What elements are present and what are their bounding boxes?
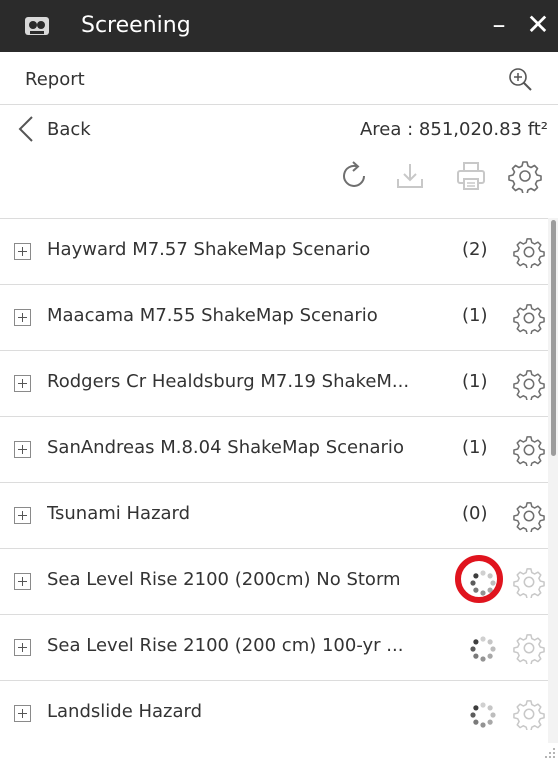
- area-readout: Area : 851,020.83 ft²: [359, 119, 548, 140]
- print-icon[interactable]: [454, 159, 488, 193]
- gear-icon[interactable]: [513, 434, 545, 466]
- app-logo-icon: [25, 17, 49, 35]
- loading-spinner-icon: [470, 636, 496, 662]
- hazard-count: (2): [462, 239, 488, 260]
- hazard-name: Tsunami Hazard: [47, 503, 191, 524]
- hazard-name: Landslide Hazard: [47, 701, 203, 722]
- title-bar: Screening – ✕: [0, 0, 558, 52]
- hazard-row[interactable]: Landslide Hazard: [0, 681, 548, 744]
- hazard-name: Sea Level Rise 2100 (200 cm) 100-yr ...: [47, 635, 404, 656]
- expand-icon[interactable]: [14, 309, 31, 326]
- hazard-row[interactable]: Sea Level Rise 2100 (200cm) No Storm: [0, 549, 548, 615]
- hazard-row[interactable]: Hayward M7.57 ShakeMap Scenario (2): [0, 219, 548, 285]
- expand-icon[interactable]: [14, 507, 31, 524]
- minimize-button[interactable]: –: [486, 8, 512, 42]
- hazard-name: Maacama M7.55 ShakeMap Scenario: [47, 305, 378, 326]
- hazard-count: (1): [462, 437, 488, 458]
- loading-spinner-icon: [470, 702, 496, 728]
- window-title: Screening: [81, 13, 191, 38]
- hazard-row[interactable]: Maacama M7.55 ShakeMap Scenario (1): [0, 285, 548, 351]
- navigation-row: Back Area : 851,020.83 ft²: [0, 105, 558, 153]
- hazard-name: SanAndreas M.8.04 ShakeMap Scenario: [47, 437, 404, 458]
- zoom-in-icon[interactable]: [507, 66, 533, 92]
- gear-icon[interactable]: [513, 698, 545, 730]
- close-button[interactable]: ✕: [524, 8, 552, 42]
- hazard-name: Rodgers Cr Healdsburg M7.19 ShakeM...: [47, 371, 410, 392]
- expand-icon[interactable]: [14, 441, 31, 458]
- download-icon[interactable]: [393, 159, 427, 193]
- hazard-count: (1): [462, 305, 488, 326]
- gear-icon[interactable]: [513, 500, 545, 532]
- hazard-name: Sea Level Rise 2100 (200cm) No Storm: [47, 569, 401, 590]
- hazard-name: Hayward M7.57 ShakeMap Scenario: [47, 239, 371, 260]
- expand-icon[interactable]: [14, 243, 31, 260]
- gear-icon[interactable]: [513, 632, 545, 664]
- report-label: Report: [25, 69, 85, 90]
- hazard-row[interactable]: SanAndreas M.8.04 ShakeMap Scenario (1): [0, 417, 548, 483]
- expand-icon[interactable]: [14, 375, 31, 392]
- expand-icon[interactable]: [14, 639, 31, 656]
- expand-icon[interactable]: [14, 705, 31, 722]
- gear-icon[interactable]: [513, 302, 545, 334]
- resize-grip-icon[interactable]: [541, 745, 557, 761]
- report-toolbar: [0, 153, 558, 203]
- gear-icon[interactable]: [513, 236, 545, 268]
- expand-icon[interactable]: [14, 573, 31, 590]
- gear-icon[interactable]: [513, 566, 545, 598]
- hazard-row[interactable]: Tsunami Hazard (0): [0, 483, 548, 549]
- settings-icon[interactable]: [508, 159, 542, 193]
- scrollbar[interactable]: [548, 218, 558, 743]
- hazard-list: Hayward M7.57 ShakeMap Scenario (2) Maacam…: [0, 218, 548, 744]
- refresh-icon[interactable]: [338, 159, 372, 193]
- report-header: Report: [0, 52, 558, 105]
- hazard-row[interactable]: Rodgers Cr Healdsburg M7.19 ShakeM... (1): [0, 351, 548, 417]
- chevron-left-icon[interactable]: [16, 115, 36, 143]
- hazard-count: (1): [462, 371, 488, 392]
- hazard-count: (0): [462, 503, 488, 524]
- scrollbar-thumb[interactable]: [551, 220, 556, 456]
- highlight-ring: [455, 555, 503, 603]
- hazard-row[interactable]: Sea Level Rise 2100 (200 cm) 100-yr ...: [0, 615, 548, 681]
- gear-icon[interactable]: [513, 368, 545, 400]
- back-button[interactable]: Back: [47, 119, 91, 140]
